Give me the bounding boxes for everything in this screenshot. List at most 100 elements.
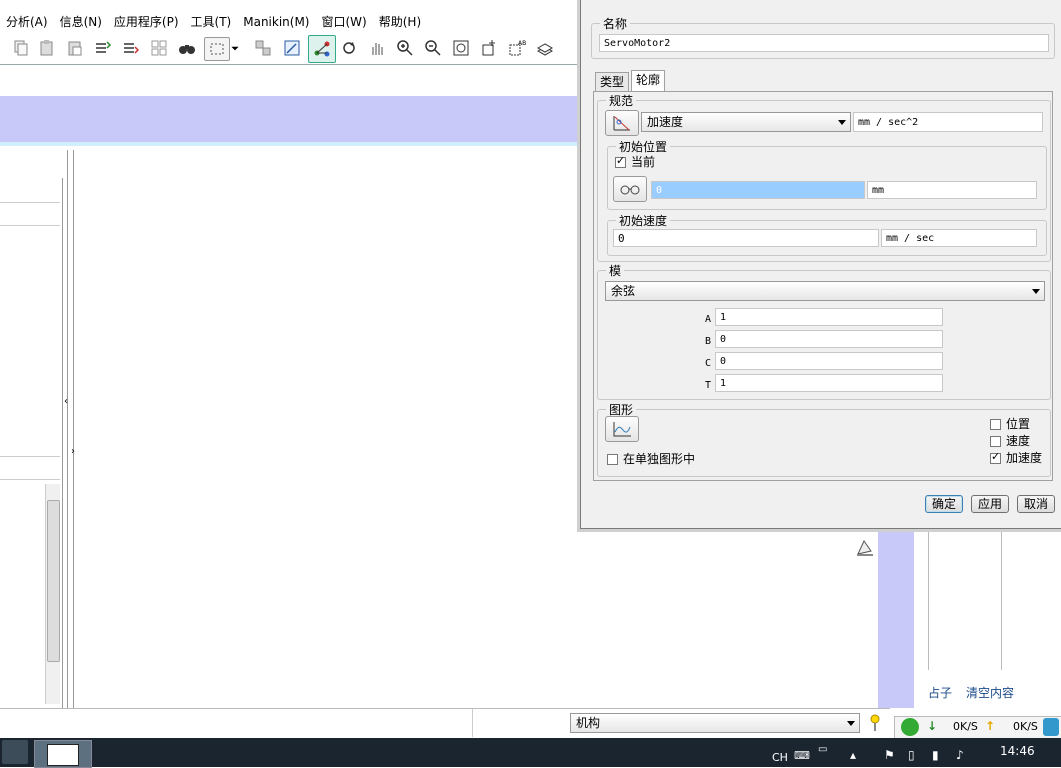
menu-manikin[interactable]: Manikin(M) xyxy=(237,12,315,32)
taskbar: CH ⌨ ▭ ▴ ⚑ ▯ ▮ ♪ 14:46 xyxy=(0,738,1061,768)
message-panel-band xyxy=(878,530,914,708)
name-label: 名称 xyxy=(603,17,628,31)
menu-tools[interactable]: 工具(T) xyxy=(185,12,238,32)
chevron-down-icon[interactable] xyxy=(229,37,241,59)
expand-right-icon[interactable]: › xyxy=(71,446,75,457)
model-legend: 模 xyxy=(609,264,622,278)
menu-analysis[interactable]: 分析(A) xyxy=(0,12,54,32)
param-a-label: A xyxy=(705,314,712,325)
model-select[interactable]: 余弦 xyxy=(605,281,1045,301)
layers-icon[interactable] xyxy=(534,37,556,59)
separate-graph-checkbox[interactable] xyxy=(607,454,618,465)
regenerate-manager-icon[interactable] xyxy=(120,37,142,59)
init-pos-input[interactable]: 0 xyxy=(651,181,865,199)
param-c-input[interactable]: 0 xyxy=(715,352,943,370)
splitter-right[interactable] xyxy=(73,150,74,710)
init-pos-legend: 初始位置 xyxy=(619,140,668,154)
find-icon[interactable] xyxy=(176,37,198,59)
refit-icon[interactable] xyxy=(450,37,472,59)
app-window-icon xyxy=(47,744,79,766)
ok-button[interactable]: 确定 xyxy=(925,495,963,513)
splitter-left[interactable] xyxy=(67,150,68,710)
tray-arrow-icon[interactable]: ▴ xyxy=(850,748,856,762)
plot-graph-button[interactable] xyxy=(605,416,639,442)
datum-insert-icon[interactable] xyxy=(478,37,500,59)
graph-acceleration-checkbox[interactable] xyxy=(990,450,1001,464)
graph-icon xyxy=(613,422,631,437)
annotation-icon[interactable]: AB xyxy=(506,37,528,59)
menu-window[interactable]: 窗口(W) xyxy=(316,12,373,32)
lamp-icon[interactable] xyxy=(854,538,876,561)
clock-time[interactable]: 14:46 xyxy=(1000,744,1035,758)
spec-unit: mm / sec^2 xyxy=(853,112,1043,132)
mechanism-connect-icon[interactable] xyxy=(308,35,336,63)
graph-position-checkbox[interactable] xyxy=(990,419,1001,430)
tray-app-icon[interactable] xyxy=(1043,718,1059,736)
link-clear-content[interactable]: 清空内容 xyxy=(966,684,1014,701)
menu-info[interactable]: 信息(N) xyxy=(54,12,108,32)
sketch-icon[interactable] xyxy=(281,37,303,59)
chevron-down-icon xyxy=(838,120,846,125)
chevron-down-icon xyxy=(1032,289,1040,294)
graph-velocity-checkbox[interactable] xyxy=(990,436,1001,447)
link-pin[interactable]: 占子 xyxy=(928,684,952,701)
zoom-out-icon[interactable] xyxy=(422,37,444,59)
name-input[interactable]: ServoMotor2 xyxy=(599,34,1049,52)
model-tree-panel xyxy=(0,178,63,708)
tab-profile[interactable]: 轮廓 xyxy=(631,70,666,92)
init-pos-group: 初始位置 xyxy=(607,138,1047,210)
tree-header xyxy=(0,202,60,226)
volume-icon[interactable]: ♪ xyxy=(956,748,964,762)
copy-icon[interactable] xyxy=(10,37,32,59)
selection-box-icon[interactable] xyxy=(204,37,230,61)
input-language[interactable]: CH xyxy=(772,751,788,764)
security-icon[interactable] xyxy=(901,718,919,736)
init-vel-input[interactable]: 0 xyxy=(613,229,879,247)
param-a-input[interactable]: 1 xyxy=(715,308,943,326)
status-bar: 机构 xyxy=(0,708,890,739)
spec-curve-button[interactable] xyxy=(605,110,639,136)
paste-icon[interactable] xyxy=(36,37,58,59)
spec-curve-icon xyxy=(613,116,630,131)
measure-button[interactable] xyxy=(613,176,647,202)
cancel-button[interactable]: 取消 xyxy=(1017,495,1055,513)
scrollbar-thumb[interactable] xyxy=(47,500,60,662)
device-icon[interactable]: ▯ xyxy=(908,748,915,762)
status-divider xyxy=(472,709,473,737)
pan-hand-icon[interactable] xyxy=(366,37,388,59)
tree-scrollbar[interactable] xyxy=(45,484,60,704)
taskbar-app-button[interactable] xyxy=(34,740,92,768)
spec-select[interactable]: 加速度 xyxy=(641,112,851,132)
keyboard-icon[interactable]: ⌨ xyxy=(794,749,810,762)
paste-special-icon[interactable] xyxy=(64,37,86,59)
upload-arrow-icon: ↑ xyxy=(985,719,996,733)
init-vel-unit: mm / sec xyxy=(881,229,1037,247)
taskbar-start-icon[interactable] xyxy=(2,740,28,764)
collapse-left-icon[interactable]: ‹ xyxy=(64,396,68,407)
regenerate-icon[interactable] xyxy=(92,37,114,59)
download-speed: 0K/S xyxy=(953,720,978,733)
flag-icon[interactable]: ⚑ xyxy=(884,748,895,762)
current-position-checkbox[interactable] xyxy=(615,154,626,168)
svg-text:AB: AB xyxy=(518,40,526,47)
menu-help[interactable]: 帮助(H) xyxy=(373,12,427,32)
tree-footer xyxy=(0,456,60,480)
apply-button[interactable]: 应用 xyxy=(971,495,1009,513)
param-b-label: B xyxy=(705,336,712,347)
header-divider xyxy=(0,142,580,146)
show-windows-icon[interactable]: ▭ xyxy=(818,744,827,755)
graphics-header-band xyxy=(0,96,580,142)
spin-icon[interactable] xyxy=(338,37,360,59)
param-b-input[interactable]: 0 xyxy=(715,330,943,348)
mechanism-select[interactable]: 机构 xyxy=(570,713,860,733)
tab-type[interactable]: 类型 xyxy=(595,72,630,92)
network-icon[interactable]: ▮ xyxy=(932,748,939,762)
spec-legend: 规范 xyxy=(609,94,634,108)
select-group-icon[interactable] xyxy=(148,37,170,59)
layer-tree-icon[interactable] xyxy=(252,37,274,59)
status-light-icon xyxy=(870,713,880,736)
main-toolbar: AB xyxy=(0,34,580,65)
param-t-input[interactable]: 1 xyxy=(715,374,943,392)
menu-applications[interactable]: 应用程序(P) xyxy=(108,12,185,32)
zoom-in-icon[interactable] xyxy=(394,37,416,59)
